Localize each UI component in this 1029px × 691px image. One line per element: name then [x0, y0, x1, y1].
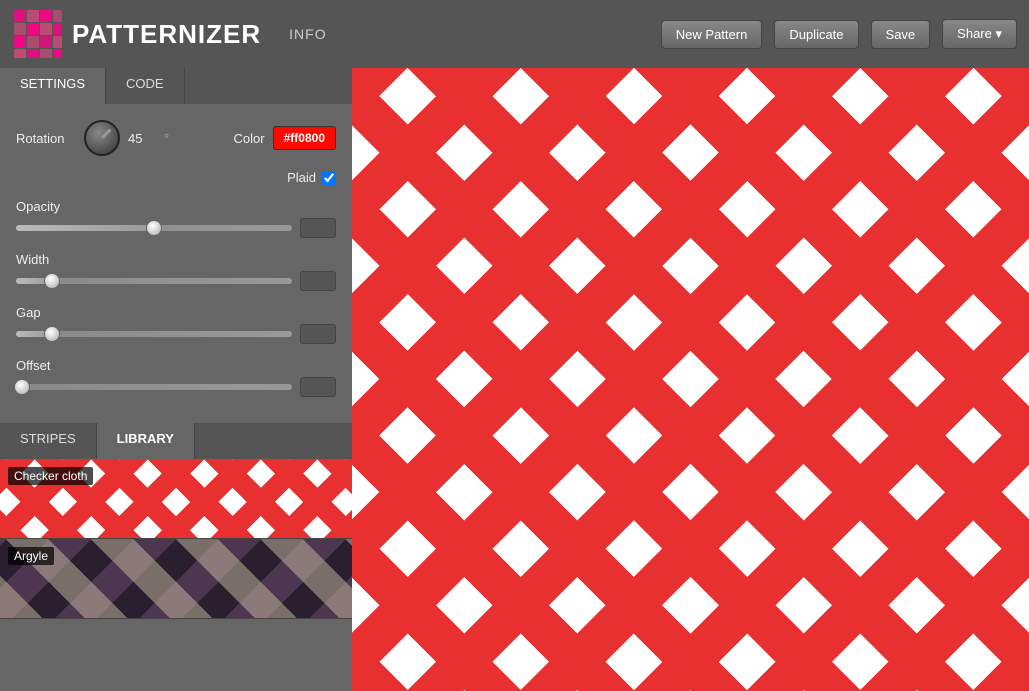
width-value[interactable]: 45: [300, 271, 336, 291]
left-panel: SETTINGS CODE Rotation 45 ° Color #ff080…: [0, 68, 352, 691]
gap-thumb[interactable]: [44, 326, 60, 342]
gap-track[interactable]: [16, 331, 292, 337]
opacity-label: Opacity: [16, 199, 336, 214]
degree-symbol: °: [164, 131, 169, 146]
list-item[interactable]: Argyle: [0, 539, 352, 619]
info-link[interactable]: INFO: [289, 26, 326, 42]
width-row: Width 45: [16, 252, 336, 291]
offset-row: Offset 0: [16, 358, 336, 397]
opacity-value[interactable]: 50: [300, 218, 336, 238]
opacity-track[interactable]: [16, 225, 292, 231]
bottom-tabs: STRIPES LIBRARY: [0, 423, 352, 459]
opacity-fill: [16, 225, 154, 231]
width-track[interactable]: [16, 278, 292, 284]
argyle-label: Argyle: [8, 547, 54, 565]
logo-icon: [12, 8, 64, 60]
offset-track[interactable]: [16, 384, 292, 390]
width-thumb[interactable]: [44, 273, 60, 289]
main-layout: SETTINGS CODE Rotation 45 ° Color #ff080…: [0, 68, 1029, 691]
rotation-value: 45: [128, 131, 156, 146]
save-button[interactable]: Save: [871, 20, 931, 49]
settings-panel: Rotation 45 ° Color #ff0800 Plaid Opacit…: [0, 104, 352, 423]
tab-stripes[interactable]: STRIPES: [0, 423, 97, 459]
checker-cloth-label: Checker cloth: [8, 467, 93, 485]
rotation-label: Rotation: [16, 131, 76, 146]
logo-text: PATTERNIZER: [72, 19, 261, 50]
offset-label: Offset: [16, 358, 336, 373]
opacity-slider-container: 50: [16, 218, 336, 238]
plaid-label: Plaid: [287, 170, 316, 185]
offset-value[interactable]: 0: [300, 377, 336, 397]
rotation-color-row: Rotation 45 ° Color #ff0800: [16, 120, 336, 156]
gap-row: Gap 45: [16, 305, 336, 344]
plaid-checkbox[interactable]: [322, 171, 336, 185]
gap-label: Gap: [16, 305, 336, 320]
library-panel: Checker cloth Argyle: [0, 459, 352, 691]
opacity-row: Opacity 50: [16, 199, 336, 238]
duplicate-button[interactable]: Duplicate: [774, 20, 858, 49]
settings-tabs: SETTINGS CODE: [0, 68, 352, 104]
offset-slider-container: 0: [16, 377, 336, 397]
pattern-preview: [352, 68, 1029, 691]
pattern-canvas: [352, 68, 1029, 691]
color-label: Color: [234, 131, 265, 146]
offset-thumb[interactable]: [14, 379, 30, 395]
tab-settings[interactable]: SETTINGS: [0, 68, 106, 104]
share-button[interactable]: Share ▾: [942, 19, 1017, 49]
color-swatch[interactable]: #ff0800: [273, 126, 336, 150]
width-slider-container: 45: [16, 271, 336, 291]
list-item[interactable]: Checker cloth: [0, 459, 352, 539]
opacity-thumb[interactable]: [146, 220, 162, 236]
gap-slider-container: 45: [16, 324, 336, 344]
tab-code[interactable]: CODE: [106, 68, 185, 104]
rotation-knob[interactable]: [84, 120, 120, 156]
width-label: Width: [16, 252, 336, 267]
gap-value[interactable]: 45: [300, 324, 336, 344]
tab-library[interactable]: LIBRARY: [97, 423, 195, 459]
new-pattern-button[interactable]: New Pattern: [661, 20, 763, 49]
header: PATTERNIZER INFO New Pattern Duplicate S…: [0, 0, 1029, 68]
logo-area: PATTERNIZER: [12, 8, 261, 60]
plaid-row: Plaid: [16, 170, 336, 185]
